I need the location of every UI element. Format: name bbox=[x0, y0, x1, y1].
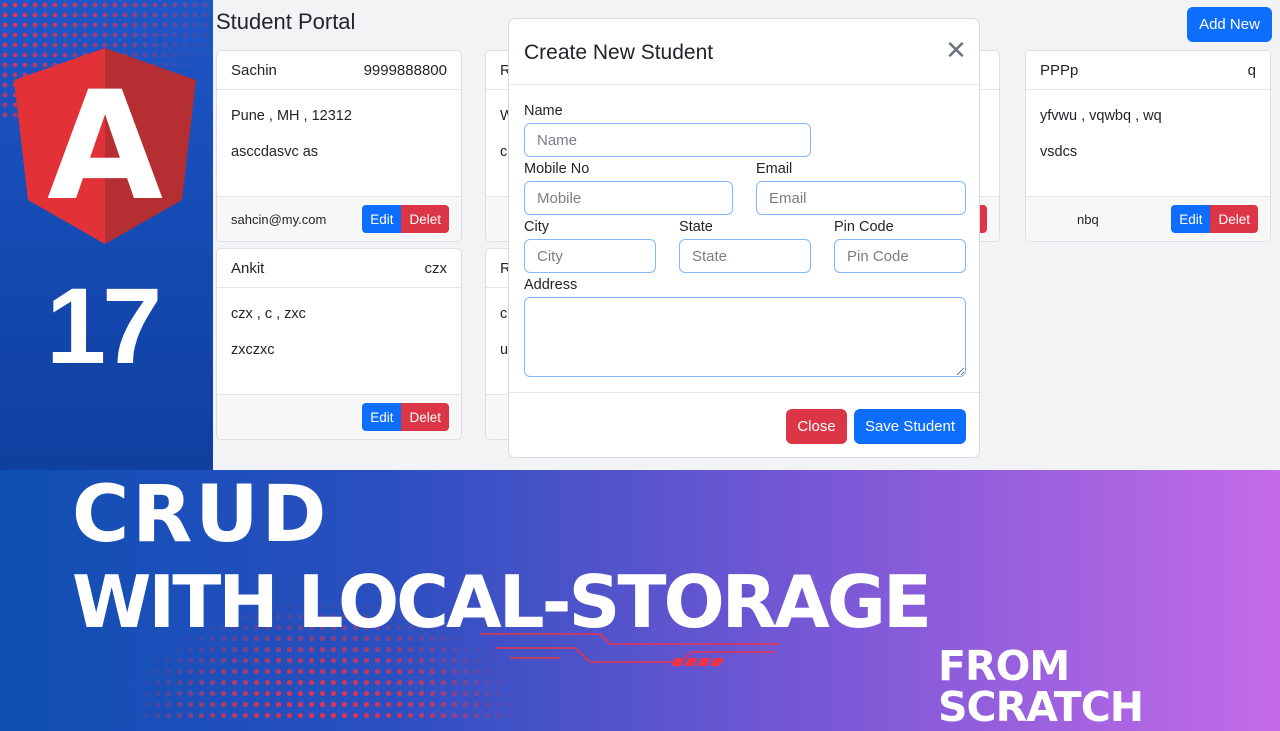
card-body: yfvwu , vqwbq , wq vsdcs bbox=[1026, 90, 1270, 196]
student-card: Sachin 9999888800 Pune , MH , 12312 ascc… bbox=[216, 50, 462, 242]
address-label: Address bbox=[524, 277, 578, 293]
student-location: yfvwu , vqwbq , wq bbox=[1040, 108, 1162, 124]
headline-crud: CRUD bbox=[72, 470, 330, 560]
pincode-label: Pin Code bbox=[834, 219, 894, 235]
edit-button[interactable]: Edit bbox=[362, 403, 402, 431]
card-body: czx , c , zxc zxczxc bbox=[217, 288, 461, 394]
state-input[interactable] bbox=[679, 239, 811, 273]
state-label: State bbox=[679, 219, 713, 235]
student-address: vsdcs bbox=[1040, 144, 1078, 160]
email-input[interactable] bbox=[756, 181, 966, 215]
mobile-input[interactable] bbox=[524, 181, 733, 215]
student-mobile: 9999888800 bbox=[363, 61, 447, 79]
edit-button[interactable]: Edit bbox=[1171, 205, 1211, 233]
delete-button[interactable]: Delet bbox=[1210, 205, 1258, 233]
student-location: czx , c , zxc bbox=[231, 306, 306, 322]
card-body: Pune , MH , 12312 asccdasvc as bbox=[217, 90, 461, 196]
city-label: City bbox=[524, 219, 549, 235]
close-icon[interactable]: ✕ bbox=[945, 37, 967, 63]
delete-button[interactable]: Delet bbox=[401, 403, 449, 431]
student-email: nbq bbox=[1077, 211, 1099, 227]
add-new-button[interactable]: Add New bbox=[1187, 7, 1272, 42]
card-footer: Edit Delet bbox=[217, 394, 461, 439]
student-mobile: czx bbox=[424, 259, 448, 277]
edit-button[interactable]: Edit bbox=[362, 205, 402, 233]
student-email: sahcin@my.com bbox=[231, 211, 327, 227]
address-textarea[interactable] bbox=[524, 297, 966, 377]
card-header: Ankit czx bbox=[217, 249, 461, 288]
student-mobile: q bbox=[1247, 61, 1256, 79]
name-input[interactable] bbox=[524, 123, 811, 157]
create-student-modal: Create New Student ✕ Name Mobile No Emai… bbox=[508, 18, 980, 458]
student-card: Ankit czx czx , c , zxc zxczxc Edit Dele… bbox=[216, 248, 462, 440]
email-label: Email bbox=[756, 161, 793, 177]
student-address: asccdasvc as bbox=[231, 144, 319, 160]
modal-header: Create New Student ✕ bbox=[509, 19, 979, 85]
student-name: PPPp bbox=[1040, 61, 1079, 79]
save-student-button[interactable]: Save Student bbox=[854, 409, 966, 444]
angular-logo-icon: A bbox=[14, 48, 196, 244]
student-name: Ankit bbox=[231, 259, 265, 277]
logo-letter: A bbox=[47, 60, 163, 234]
student-card: PPPp q yfvwu , vqwbq , wq vsdcs nbq Edit… bbox=[1025, 50, 1271, 242]
city-input[interactable] bbox=[524, 239, 656, 273]
name-label: Name bbox=[524, 103, 563, 119]
pincode-input[interactable] bbox=[834, 239, 966, 273]
card-header: Sachin 9999888800 bbox=[217, 51, 461, 90]
card-footer: nbq Edit Delet bbox=[1026, 196, 1270, 241]
modal-title: Create New Student bbox=[524, 41, 714, 64]
close-button[interactable]: Close bbox=[786, 409, 847, 444]
delete-button[interactable]: Delet bbox=[401, 205, 449, 233]
headline-from-scratch: FROM SCRATCH bbox=[938, 642, 1144, 731]
student-location: Pune , MH , 12312 bbox=[231, 108, 352, 124]
student-name: Sachin bbox=[231, 61, 277, 79]
modal-footer: Close Save Student bbox=[509, 392, 979, 458]
card-header: PPPp q bbox=[1026, 51, 1270, 90]
student-address: zxczxc bbox=[231, 342, 275, 358]
page-title: Student Portal bbox=[216, 9, 356, 34]
card-footer: sahcin@my.com Edit Delet bbox=[217, 196, 461, 241]
version-number: 17 bbox=[46, 265, 162, 386]
headline-local-storage: WITH LOCAL-STORAGE bbox=[72, 560, 932, 644]
mobile-label: Mobile No bbox=[524, 161, 590, 177]
